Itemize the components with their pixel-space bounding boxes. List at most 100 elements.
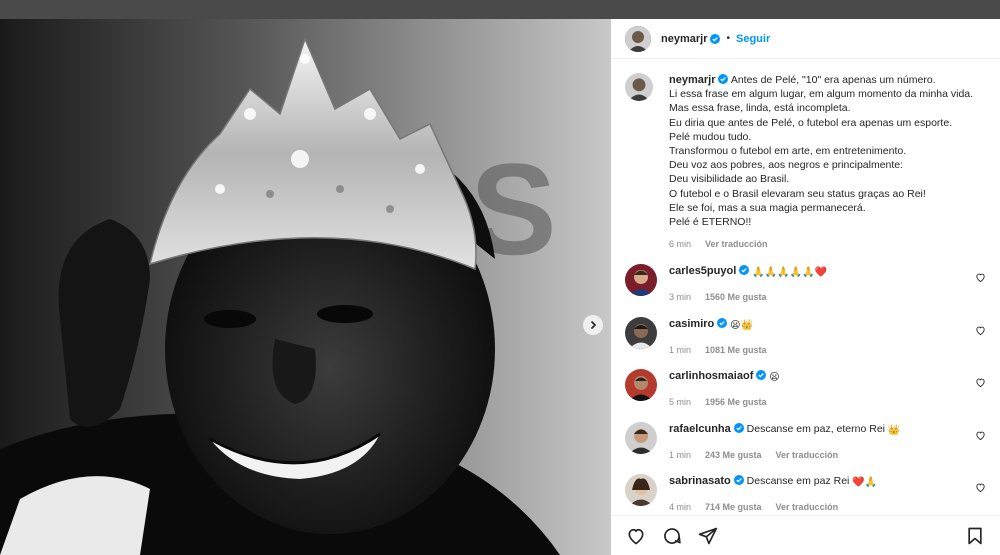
comment-username[interactable]: carlinhosmaiaof [669,370,753,382]
heart-icon[interactable] [975,482,986,493]
caption-text-line: Deu visibilidade ao Brasil. [669,173,790,186]
caption-meta: 6 min Ver traducción [669,237,969,251]
comment-timestamp[interactable]: 1 min [669,343,691,357]
commenter-avatar[interactable] [625,422,657,454]
caption-text-line: Pelé mudou tudo. [669,130,752,143]
avatar-photo [625,317,657,349]
comment-meta: 3 min 1560 Me gusta [669,290,827,304]
comment-likes[interactable]: 1081 Me gusta [705,343,767,357]
caption-text-line: Transformou o futebol em arte, em entret… [669,145,907,158]
heart-icon[interactable] [975,377,986,388]
comment-meta: 1 min 1081 Me gusta [669,343,767,357]
comment-item: carles5puyol 🙏🙏🙏🙏🙏❤️ 3 min 1560 Me gusta [625,264,986,304]
see-translation-link[interactable]: Ver traducción [705,237,768,251]
comment-button[interactable] [661,525,683,547]
comment-meta: 4 min 714 Me gusta Ver traducción [669,500,877,514]
caption-text-line: Eu diria que antes de Pelé, o futebol er… [669,116,953,129]
bookmark-icon [968,527,982,544]
caption-text-line: Li essa frase em algum lugar, em algum m… [669,88,974,101]
heart-icon[interactable] [975,272,986,283]
verified-badge-icon [717,318,728,328]
comment-item: sabrinasato Descanse em paz Rei ❤️🙏 4 mi… [625,474,986,514]
avatar-photo [625,25,651,52]
comment-timestamp[interactable]: 1 min [669,448,691,462]
comment-body: carles5puyol 🙏🙏🙏🙏🙏❤️ 3 min 1560 Me gusta [669,264,827,304]
comment-username[interactable]: carles5puyol [669,265,736,277]
commenter-avatar[interactable] [625,369,657,401]
caption-text-line: Ele se foi, mas a sua magia permanecerá. [669,201,866,214]
verified-badge-icon [733,475,744,485]
comments-list[interactable]: neymarjr Antes de Pelé, "10" era apenas … [611,59,1000,514]
author-username[interactable]: neymarjr [661,33,707,45]
caption-text-line: Deu voz aos pobres, aos negros e princip… [669,159,904,172]
avatar-photo [625,474,657,506]
like-button[interactable] [625,525,647,547]
commenter-avatar[interactable] [625,474,657,506]
comment-username[interactable]: casimiro [669,318,714,330]
avatar-photo [625,264,657,296]
caption-text-line: Pelé é ETERNO!! [669,216,752,229]
svg-text:S: S [470,136,557,282]
see-translation-link[interactable]: Ver traducción [776,448,839,462]
comment-likes[interactable]: 1560 Me gusta [705,290,767,304]
commenter-avatar[interactable] [625,264,657,296]
next-photo-button[interactable] [583,315,603,335]
follow-button[interactable]: Seguir [736,33,770,45]
heart-icon[interactable] [975,325,986,336]
comment-icon [664,527,681,544]
post-caption: neymarjr Antes de Pelé, "10" era apenas … [625,73,986,251]
comment-emoji: 🙏🙏🙏🙏🙏❤️ [752,267,827,278]
author-avatar[interactable] [625,25,651,52]
see-translation-link[interactable]: Ver traducción [776,500,839,514]
comment-likes[interactable]: 1956 Me gusta [705,395,767,409]
comment-item: carlinhosmaiaof 😦 5 min 1956 Me gusta [625,369,986,409]
comment-username[interactable]: sabrinasato [669,475,731,487]
commenter-avatar[interactable] [625,317,657,349]
heart-icon [628,528,644,544]
verified-badge-icon [718,74,729,84]
post-header: neymarjr • Seguir [611,19,1000,59]
avatar-photo [625,422,657,454]
comment-timestamp[interactable]: 5 min [669,395,691,409]
heart-icon[interactable] [975,430,986,441]
caption-text-line: Antes de Pelé, "10" era apenas um número… [730,74,936,86]
comment-emoji: 😦👑 [730,320,754,331]
comment-timestamp[interactable]: 4 min [669,500,691,514]
comment-timestamp[interactable]: 3 min [669,290,691,304]
avatar-photo [625,73,653,101]
caption-body: neymarjr Antes de Pelé, "10" era apenas … [669,73,974,251]
comment-emoji: ❤️🙏 [852,477,878,488]
avatar-photo [625,369,657,401]
post-side-panel: neymarjr • Seguir neymarjr Antes de Pelé… [611,19,1000,555]
comment-meta: 5 min 1956 Me gusta [669,395,780,409]
pele-crown-image: S [0,19,611,555]
comment-text: Descanse em paz, eterno Rei [746,423,885,435]
save-button[interactable] [964,525,986,547]
comment-body: sabrinasato Descanse em paz Rei ❤️🙏 4 mi… [669,474,877,514]
post-photo: S [0,19,611,555]
caption-author-username[interactable]: neymarjr [669,74,715,86]
comment-item: rafaelcunha Descanse em paz, eterno Rei … [625,422,986,462]
post-modal: S neymarjr • Seguir neymarjr Antes de Pe… [0,19,1000,555]
comment-likes[interactable]: 714 Me gusta [705,500,762,514]
verified-badge-icon [739,265,750,275]
verified-badge-icon [756,370,767,380]
comment-body: casimiro 😦👑 1 min 1081 Me gusta [669,317,767,357]
comment-meta: 1 min 243 Me gusta Ver traducción [669,448,900,462]
comment-username[interactable]: rafaelcunha [669,423,731,435]
verified-badge-icon [733,423,744,433]
comment-body: rafaelcunha Descanse em paz, eterno Rei … [669,422,900,462]
chevron-right-icon [590,320,597,330]
verified-badge-icon [710,33,721,44]
caption-line: neymarjr Antes de Pelé, "10" era apenas … [669,73,969,87]
caption-timestamp[interactable]: 6 min [669,237,691,251]
post-actions-bar [611,515,1000,555]
comment-emoji: 👑 [887,425,901,436]
share-button[interactable] [697,525,719,547]
caption-text-line: O futebol e o Brasil elevaram seu status… [669,187,926,200]
caption-author-avatar[interactable] [625,73,653,101]
comment-text: Descanse em paz Rei [746,475,850,487]
comment-body: carlinhosmaiaof 😦 5 min 1956 Me gusta [669,369,780,409]
comment-likes[interactable]: 243 Me gusta [705,448,762,462]
comment-emoji: 😦 [769,372,780,383]
